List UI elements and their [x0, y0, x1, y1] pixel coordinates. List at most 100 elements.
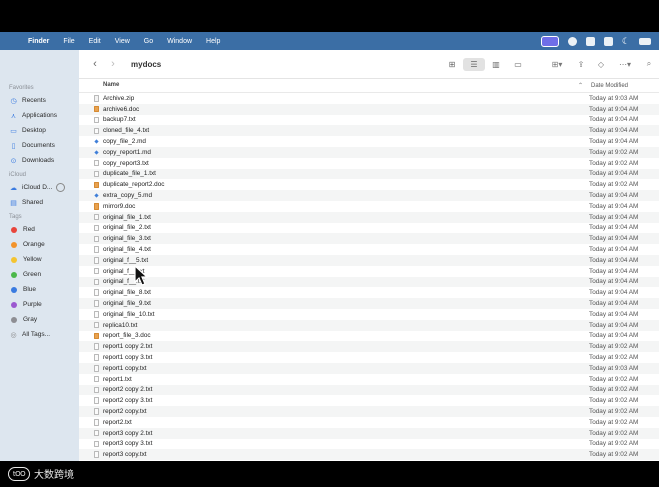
- column-view-icon[interactable]: ▥: [485, 58, 507, 71]
- file-date-modified: Today at 9:02 AM: [589, 148, 639, 156]
- sidebar-item-tag-green[interactable]: Green: [0, 267, 79, 282]
- file-row[interactable]: extra_copy_5.md Today at 9:04 AM: [79, 190, 659, 201]
- file-row[interactable]: cloned_file_4.txt Today at 9:04 AM: [79, 125, 659, 137]
- sidebar-item-tag-yellow[interactable]: Yellow: [0, 252, 79, 267]
- file-row[interactable]: copy_report3.txt Today at 9:02 AM: [79, 158, 659, 169]
- file-row[interactable]: archive6.doc Today at 9:04 AM: [79, 103, 659, 115]
- file-row[interactable]: backup7.txt Today at 9:04 AM: [79, 115, 659, 126]
- file-row[interactable]: copy_file_2.md Today at 9:04 AM: [79, 136, 659, 147]
- sidebar-item-icloud-drive[interactable]: ☁ iCloud D...: [0, 180, 79, 195]
- file-row[interactable]: replica10.txt Today at 9:04 AM: [79, 319, 659, 331]
- file-name: report1 copy 2.txt: [103, 343, 153, 351]
- menu-go[interactable]: Go: [137, 38, 160, 45]
- file-row[interactable]: report1.txt Today at 9:02 AM: [79, 374, 659, 385]
- toolbar: ‹ › mydocs ⊞ ☰ ▥ ▭ ⊞▾ ⇪ ◇ ⋯▾ ⌕: [79, 50, 659, 79]
- file-row[interactable]: original_file_2.txt Today at 9:04 AM: [79, 223, 659, 234]
- sidebar-item-tag-blue[interactable]: Blue: [0, 282, 79, 297]
- file-name: extra_copy_5.md: [103, 192, 153, 200]
- icon-view-icon[interactable]: ⊞: [441, 58, 463, 71]
- file-row[interactable]: original_file_4.txt Today at 9:04 AM: [79, 244, 659, 255]
- sidebar-item-label: Purple: [23, 301, 42, 308]
- mouse-pointer-icon: [134, 265, 148, 286]
- text-file-icon: [94, 311, 99, 318]
- share-icon[interactable]: ⇪: [571, 60, 591, 69]
- sidebar-item-shared[interactable]: ▤ Shared: [0, 195, 79, 210]
- file-name: backup7.txt: [103, 116, 136, 124]
- file-row[interactable]: report2 copy.txt Today at 9:02 AM: [79, 406, 659, 417]
- sidebar-item-tag-gray[interactable]: Gray: [0, 312, 79, 327]
- tag-icon[interactable]: ◇: [591, 60, 611, 69]
- file-row[interactable]: original_file_10.txt Today at 9:04 AM: [79, 309, 659, 320]
- focus-moon-icon[interactable]: ☾: [622, 36, 630, 47]
- menu-edit[interactable]: Edit: [82, 38, 108, 45]
- desktop-icon: ▭: [10, 127, 17, 135]
- file-row[interactable]: report1 copy 2.txt Today at 9:02 AM: [79, 341, 659, 353]
- file-date-modified: Today at 9:02 AM: [589, 397, 639, 405]
- text-file-icon: [94, 429, 99, 437]
- column-date-header[interactable]: Date Modified: [591, 83, 628, 89]
- file-row[interactable]: original_file_3.txt Today at 9:04 AM: [79, 233, 659, 245]
- sidebar-item-documents[interactable]: ▯ Documents: [0, 138, 79, 153]
- back-chevron-icon[interactable]: ‹: [87, 58, 103, 70]
- screen-recording-icon[interactable]: [540, 35, 559, 47]
- more-actions-icon[interactable]: ⋯▾: [611, 60, 639, 69]
- file-date-modified: Today at 9:04 AM: [589, 246, 639, 254]
- sidebar-item-downloads[interactable]: ⊙ Downloads: [0, 153, 79, 168]
- file-row[interactable]: report3 copy 3.txt Today at 9:02 AM: [79, 439, 659, 450]
- file-row[interactable]: duplicate_report2.doc Today at 9:02 AM: [79, 179, 659, 190]
- menu-help[interactable]: Help: [199, 38, 227, 45]
- file-row[interactable]: report3 copy 2.txt Today at 9:02 AM: [79, 427, 659, 439]
- file-row[interactable]: original_file_8.txt Today at 9:04 AM: [79, 287, 659, 298]
- sidebar-item-desktop[interactable]: ▭ Desktop: [0, 123, 79, 138]
- file-row[interactable]: original_f__.txt Today at 9:04 AM: [79, 276, 659, 288]
- file-row[interactable]: original_file_9.txt Today at 9:04 AM: [79, 298, 659, 309]
- sidebar-item-tag-orange[interactable]: Orange: [0, 237, 79, 252]
- list-view-icon[interactable]: ☰: [463, 57, 485, 71]
- app-status-icon[interactable]: [585, 36, 595, 46]
- file-name: report1 copy.txt: [103, 364, 147, 372]
- menu-finder[interactable]: Finder: [26, 38, 56, 45]
- file-row[interactable]: original_f__.txt Today at 9:04 AM: [79, 266, 659, 277]
- lock-icon[interactable]: [603, 36, 613, 46]
- file-row[interactable]: report2.txt Today at 9:02 AM: [79, 417, 659, 428]
- gallery-view-icon[interactable]: ▭: [507, 58, 529, 71]
- file-row[interactable]: copy_report1.md Today at 9:02 AM: [79, 146, 659, 158]
- battery-icon[interactable]: [639, 37, 651, 45]
- menu-window[interactable]: Window: [160, 38, 199, 45]
- text-file-icon: [94, 343, 99, 350]
- file-list: Archive.zip Today at 9:03 AM archive6.doc T…: [79, 93, 659, 461]
- watermark: tOO 大数跨境: [8, 466, 74, 481]
- menu-view[interactable]: View: [108, 38, 137, 45]
- search-icon[interactable]: ⌕: [639, 59, 659, 69]
- file-row[interactable]: original_file_1.txt Today at 9:04 AM: [79, 211, 659, 223]
- file-row[interactable]: report1 copy 3.txt Today at 9:02 AM: [79, 352, 659, 363]
- sidebar-item-tag-purple[interactable]: Purple: [0, 297, 79, 312]
- file-row[interactable]: report1 copy.txt Today at 9:03 AM: [79, 362, 659, 374]
- file-date-modified: Today at 9:02 AM: [589, 440, 639, 448]
- sidebar-item-all-tags[interactable]: ◎ All Tags...: [0, 327, 79, 342]
- sidebar-section-favorites: Favorites: [9, 85, 34, 91]
- file-row[interactable]: mirror9.doc Today at 9:04 AM: [79, 201, 659, 212]
- record-icon[interactable]: [567, 36, 577, 46]
- group-by-icon[interactable]: ⊞▾: [543, 60, 571, 69]
- file-row[interactable]: report_file_3.doc Today at 9:04 AM: [79, 331, 659, 342]
- sidebar-item-applications[interactable]: ⋏ Applications: [0, 108, 79, 123]
- file-row[interactable]: report3 copy.txt Today at 9:02 AM: [79, 449, 659, 461]
- column-name-header[interactable]: Name ⌃: [103, 82, 583, 89]
- file-name: original_file_10.txt: [103, 310, 155, 318]
- menu-file[interactable]: File: [56, 38, 81, 45]
- file-row[interactable]: report2 copy 3.txt Today at 9:02 AM: [79, 395, 659, 406]
- file-row[interactable]: Archive.zip Today at 9:03 AM: [79, 93, 659, 104]
- forward-chevron-icon[interactable]: ›: [105, 58, 121, 70]
- sidebar-item-recents[interactable]: ◷ Recents: [0, 93, 79, 108]
- text-file-icon: [94, 451, 99, 458]
- file-name: original_file_8.txt: [103, 289, 151, 297]
- file-date-modified: Today at 9:04 AM: [589, 310, 639, 318]
- sidebar-section-icloud: iCloud: [9, 172, 27, 178]
- sidebar-item-tag-red[interactable]: Red: [0, 222, 79, 237]
- file-name: replica10.txt: [103, 321, 138, 329]
- file-row[interactable]: original_f__5.txt Today at 9:04 AM: [79, 254, 659, 266]
- file-row[interactable]: duplicate_file_1.txt Today at 9:04 AM: [79, 168, 659, 180]
- file-row[interactable]: report2 copy 2.txt Today at 9:02 AM: [79, 384, 659, 396]
- word-document-icon: [94, 105, 99, 113]
